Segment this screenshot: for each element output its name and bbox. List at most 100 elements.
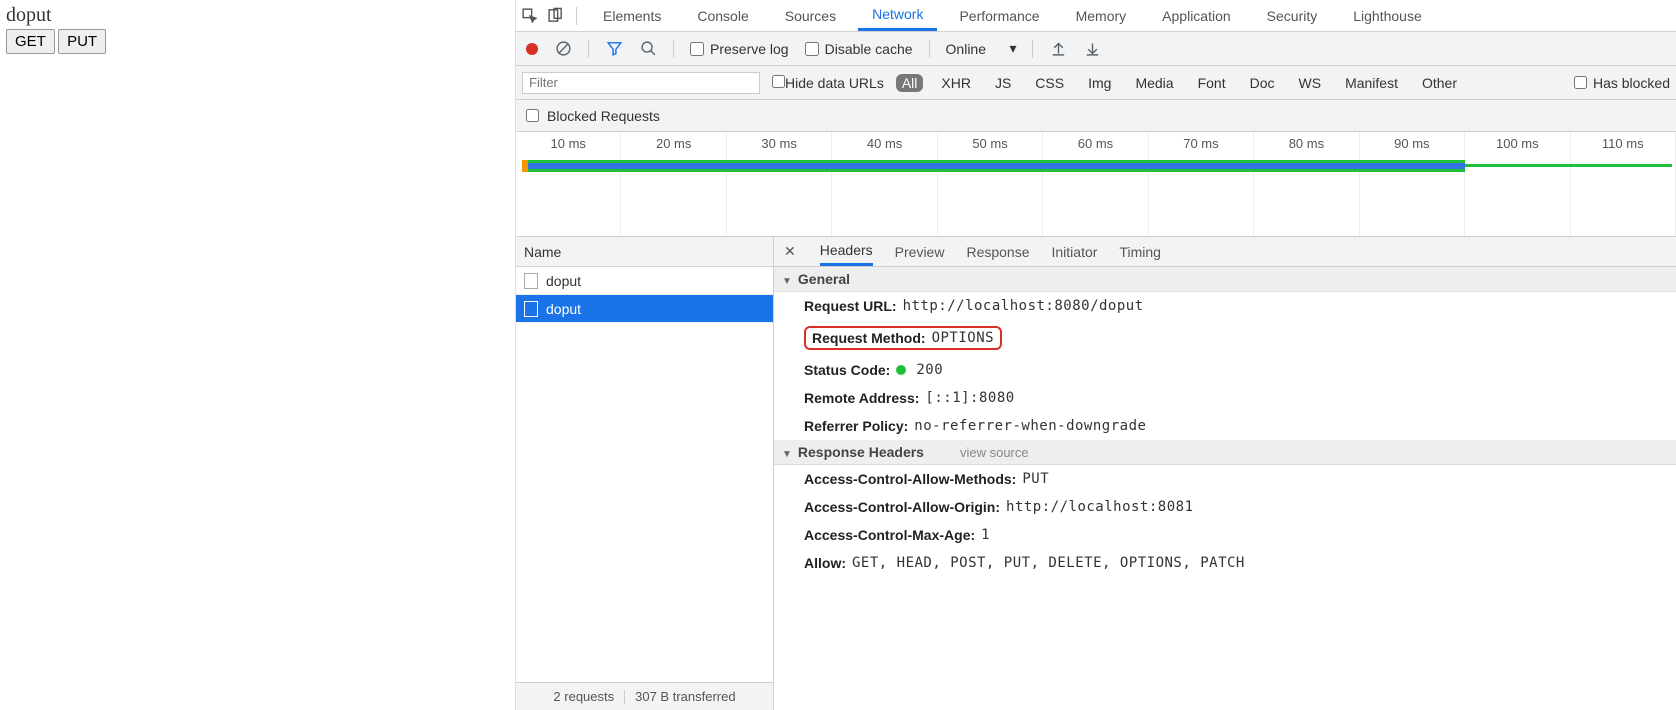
filter-img[interactable]: Img	[1082, 74, 1117, 92]
tab-security[interactable]: Security	[1253, 2, 1332, 30]
document-icon	[524, 301, 538, 317]
tab-console[interactable]: Console	[683, 2, 762, 30]
upload-icon[interactable]	[1049, 40, 1067, 58]
request-name: doput	[546, 273, 581, 289]
tab-elements[interactable]: Elements	[589, 2, 675, 30]
timeline-tick: 80 ms	[1254, 132, 1359, 158]
timeline-tick: 50 ms	[938, 132, 1043, 158]
section-general[interactable]: General	[774, 267, 1676, 292]
filter-other[interactable]: Other	[1416, 74, 1463, 92]
page-title: doput	[6, 4, 509, 27]
tab-sources[interactable]: Sources	[771, 2, 850, 30]
filter-manifest[interactable]: Manifest	[1339, 74, 1404, 92]
subtab-initiator[interactable]: Initiator	[1052, 239, 1098, 265]
filter-js[interactable]: JS	[989, 74, 1017, 92]
remote-address-key: Remote Address:	[804, 390, 919, 406]
tab-memory[interactable]: Memory	[1062, 2, 1141, 30]
view-source-link[interactable]: view source	[960, 445, 1029, 460]
timeline-tick: 100 ms	[1465, 132, 1570, 158]
request-url-key: Request URL:	[804, 298, 897, 314]
chevron-down-icon	[782, 444, 792, 460]
request-row[interactable]: doput	[516, 295, 773, 323]
filter-icon[interactable]	[605, 40, 623, 58]
chevron-down-icon	[782, 271, 792, 287]
download-icon[interactable]	[1083, 40, 1101, 58]
blocked-requests-label: Blocked Requests	[547, 108, 660, 124]
timeline-tick: 20 ms	[621, 132, 726, 158]
filter-xhr[interactable]: XHR	[935, 74, 977, 92]
has-blocked-toggle[interactable]: Has blocked	[1574, 75, 1670, 91]
status-ok-icon	[896, 365, 906, 375]
status-code-key: Status Code:	[804, 362, 890, 378]
section-general-label: General	[798, 271, 850, 287]
tab-lighthouse[interactable]: Lighthouse	[1339, 2, 1436, 30]
request-row[interactable]: doput	[516, 267, 773, 295]
separator	[1032, 40, 1033, 58]
separator	[576, 7, 577, 25]
subtab-preview[interactable]: Preview	[895, 239, 945, 265]
tab-performance[interactable]: Performance	[945, 2, 1053, 30]
network-toolbar: Preserve log Disable cache Online ▾	[516, 32, 1676, 66]
remote-address-value: [::1]:8080	[925, 390, 1014, 406]
throttle-value: Online	[946, 41, 986, 57]
put-button[interactable]: PUT	[58, 29, 106, 54]
subtab-response[interactable]: Response	[966, 239, 1029, 265]
referrer-policy-key: Referrer Policy:	[804, 418, 908, 434]
request-count: 2 requests	[553, 689, 614, 704]
devtools-tabs: Elements Console Sources Network Perform…	[516, 0, 1676, 32]
timeline-tick: 60 ms	[1043, 132, 1148, 158]
disable-cache-toggle[interactable]: Disable cache	[805, 41, 913, 57]
request-method-key: Request Method:	[812, 330, 926, 346]
section-response-label: Response Headers	[798, 444, 924, 460]
request-method-highlight: Request Method: OPTIONS	[804, 326, 1002, 350]
subtab-headers[interactable]: Headers	[820, 237, 873, 266]
network-timeline[interactable]: 10 ms20 ms30 ms40 ms50 ms60 ms70 ms80 ms…	[516, 132, 1676, 237]
separator	[673, 40, 674, 58]
acao-value: http://localhost:8081	[1006, 499, 1194, 515]
timeline-tick: 30 ms	[727, 132, 832, 158]
filter-all[interactable]: All	[896, 74, 924, 92]
hide-urls-label: Hide data URLs	[785, 75, 884, 91]
disable-cache-label: Disable cache	[825, 41, 913, 57]
preserve-log-label: Preserve log	[710, 41, 789, 57]
request-list-panel: Name doput doput 2 requests 307 B transfe…	[516, 237, 774, 710]
request-method-value: OPTIONS	[932, 330, 995, 346]
timeline-tick: 70 ms	[1149, 132, 1254, 158]
filter-ws[interactable]: WS	[1293, 74, 1328, 92]
hide-urls-toggle[interactable]: Hide data URLs	[772, 75, 884, 91]
network-filterbar: Hide data URLs All XHR JS CSS Img Media …	[516, 66, 1676, 100]
request-subtabs: ✕ Headers Preview Response Initiator Tim…	[774, 237, 1676, 267]
timeline-tick: 10 ms	[516, 132, 621, 158]
device-toggle-icon[interactable]	[546, 7, 564, 25]
blocked-requests-toggle[interactable]: Blocked Requests	[516, 100, 1676, 132]
acam-key: Access-Control-Allow-Methods:	[804, 471, 1016, 487]
inspect-icon[interactable]	[520, 7, 538, 25]
filter-media[interactable]: Media	[1129, 74, 1179, 92]
acma-key: Access-Control-Max-Age:	[804, 527, 975, 543]
close-icon[interactable]: ✕	[782, 243, 798, 260]
filter-doc[interactable]: Doc	[1244, 74, 1281, 92]
request-url-value: http://localhost:8080/doput	[903, 298, 1144, 314]
timeline-tick: 90 ms	[1360, 132, 1465, 158]
record-icon[interactable]	[526, 43, 538, 55]
subtab-timing[interactable]: Timing	[1119, 239, 1161, 265]
filter-css[interactable]: CSS	[1029, 74, 1070, 92]
tab-application[interactable]: Application	[1148, 2, 1245, 30]
filter-font[interactable]: Font	[1192, 74, 1232, 92]
preserve-log-toggle[interactable]: Preserve log	[690, 41, 789, 57]
tab-network[interactable]: Network	[858, 0, 937, 31]
separator	[929, 40, 930, 58]
network-statusbar: 2 requests 307 B transferred	[516, 682, 773, 710]
clear-icon[interactable]	[554, 40, 572, 58]
timeline-tick: 40 ms	[832, 132, 937, 158]
section-response-headers[interactable]: Response Headers view source	[774, 440, 1676, 465]
throttle-select[interactable]: Online ▾	[946, 40, 1017, 57]
separator	[588, 40, 589, 58]
filter-input[interactable]	[522, 72, 760, 94]
acma-value: 1	[981, 527, 990, 543]
get-button[interactable]: GET	[6, 29, 55, 54]
request-list-header[interactable]: Name	[516, 237, 773, 267]
acam-value: PUT	[1022, 471, 1049, 487]
search-icon[interactable]	[639, 40, 657, 58]
request-name: doput	[546, 301, 581, 317]
